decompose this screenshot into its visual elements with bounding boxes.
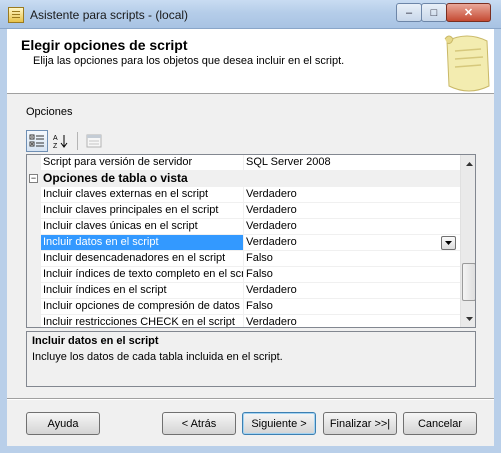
row-gutter xyxy=(27,315,41,327)
property-name[interactable]: Incluir restricciones CHECK en el script xyxy=(41,315,244,327)
property-grid[interactable]: Script para versión de servidor SQL Serve… xyxy=(26,154,476,328)
property-row[interactable]: Incluir índices en el script Verdadero xyxy=(27,283,460,299)
page-title: Elegir opciones de script xyxy=(21,37,188,53)
collapse-icon[interactable]: − xyxy=(29,174,38,183)
alphabetical-view-button[interactable]: A Z xyxy=(50,130,72,152)
property-category-row[interactable]: − Opciones de tabla o vista xyxy=(27,171,460,187)
next-button[interactable]: Siguiente > xyxy=(242,412,316,435)
property-pages-icon xyxy=(86,134,102,148)
row-gutter xyxy=(27,283,41,299)
property-row[interactable]: Incluir datos en el script Verdadero xyxy=(27,235,460,251)
property-value[interactable]: Verdadero xyxy=(244,187,460,203)
vertical-scrollbar[interactable] xyxy=(460,155,475,327)
description-text: Incluye los datos de cada tabla incluida… xyxy=(32,351,283,363)
window-frame-bottom xyxy=(0,446,501,453)
property-row[interactable]: Incluir índices de texto completo en el … xyxy=(27,267,460,283)
property-grid-toolbar: A Z xyxy=(26,130,105,152)
property-name[interactable]: Incluir datos en el script xyxy=(41,235,244,251)
value-dropdown-button[interactable] xyxy=(441,236,456,250)
property-name[interactable]: Incluir índices en el script xyxy=(41,283,244,299)
footer-separator xyxy=(7,398,494,400)
maximize-button[interactable]: □ xyxy=(421,3,447,22)
property-name[interactable]: Incluir índices de texto completo en el … xyxy=(41,267,244,283)
row-gutter xyxy=(27,267,41,283)
property-name[interactable]: Incluir claves externas en el script xyxy=(41,187,244,203)
close-button[interactable]: ✕ xyxy=(446,3,491,22)
wizard-header: Elegir opciones de script Elija las opci… xyxy=(7,29,494,94)
options-label: Opciones xyxy=(26,106,73,118)
property-row[interactable]: Incluir restricciones CHECK en el script… xyxy=(27,315,460,327)
description-title: Incluir datos en el script xyxy=(32,335,159,347)
cancel-button[interactable]: Cancelar xyxy=(403,412,477,435)
page-subtitle: Elija las opciones para los objetos que … xyxy=(33,55,345,67)
scroll-up-arrow-icon[interactable] xyxy=(461,155,475,172)
row-gutter xyxy=(27,155,41,171)
property-name[interactable]: Incluir claves principales en el script xyxy=(41,203,244,219)
categorized-view-button[interactable] xyxy=(26,130,48,152)
sort-az-icon: A Z xyxy=(53,135,68,149)
scroll-down-arrow-icon[interactable] xyxy=(461,310,475,327)
property-value[interactable]: Verdadero xyxy=(244,203,460,219)
property-row[interactable]: Incluir claves principales en el script V… xyxy=(27,203,460,219)
svg-text:Z: Z xyxy=(53,143,58,149)
row-gutter xyxy=(27,251,41,267)
property-name[interactable]: Incluir opciones de compresión de datos … xyxy=(41,299,244,315)
scrollbar-thumb[interactable] xyxy=(462,263,475,301)
property-row[interactable]: Incluir claves únicas en el script Verdad… xyxy=(27,219,460,235)
row-gutter xyxy=(27,299,41,315)
chevron-down-icon xyxy=(445,241,452,245)
property-pages-button[interactable] xyxy=(83,130,105,152)
app-icon xyxy=(8,7,24,23)
property-row[interactable]: Incluir claves externas en el script Verd… xyxy=(27,187,460,203)
category-label: Opciones de tabla o vista xyxy=(43,171,188,185)
window-frame-left xyxy=(0,29,7,453)
property-row[interactable]: Incluir opciones de compresión de datos … xyxy=(27,299,460,315)
window-title: Asistente para scripts - (local) xyxy=(30,8,189,22)
property-value[interactable]: Verdadero xyxy=(244,315,460,327)
property-value[interactable]: Verdadero xyxy=(244,219,460,235)
property-name[interactable]: Incluir desencadenadores en el script xyxy=(41,251,244,267)
row-gutter xyxy=(27,203,41,219)
scroll-icon xyxy=(444,35,490,92)
row-gutter xyxy=(27,219,41,235)
property-value[interactable]: Verdadero xyxy=(244,283,460,299)
svg-text:A: A xyxy=(53,135,58,142)
property-row[interactable]: Script para versión de servidor SQL Serve… xyxy=(27,155,460,171)
back-button[interactable]: < Atrás xyxy=(162,412,236,435)
description-panel: Incluir datos en el script Incluye los d… xyxy=(26,331,476,387)
property-name[interactable]: Incluir claves únicas en el script xyxy=(41,219,244,235)
minimize-button[interactable]: – xyxy=(396,3,422,22)
property-value[interactable]: Verdadero xyxy=(244,235,460,251)
row-gutter xyxy=(27,187,41,203)
finish-button[interactable]: Finalizar >>| xyxy=(323,412,397,435)
help-button[interactable]: Ayuda xyxy=(26,412,100,435)
property-row[interactable]: Incluir desencadenadores en el script Fal… xyxy=(27,251,460,267)
window-frame-right xyxy=(494,29,501,453)
property-value[interactable]: SQL Server 2008 xyxy=(244,155,460,171)
property-value[interactable]: Falso xyxy=(244,299,460,315)
property-value[interactable]: Falso xyxy=(244,251,460,267)
toolbar-separator xyxy=(77,132,78,150)
property-value[interactable]: Falso xyxy=(244,267,460,283)
title-bar[interactable]: Asistente para scripts - (local) – □ ✕ xyxy=(0,0,501,29)
categorized-icon xyxy=(29,134,44,147)
property-name[interactable]: Script para versión de servidor xyxy=(41,155,244,171)
row-gutter xyxy=(27,235,41,251)
